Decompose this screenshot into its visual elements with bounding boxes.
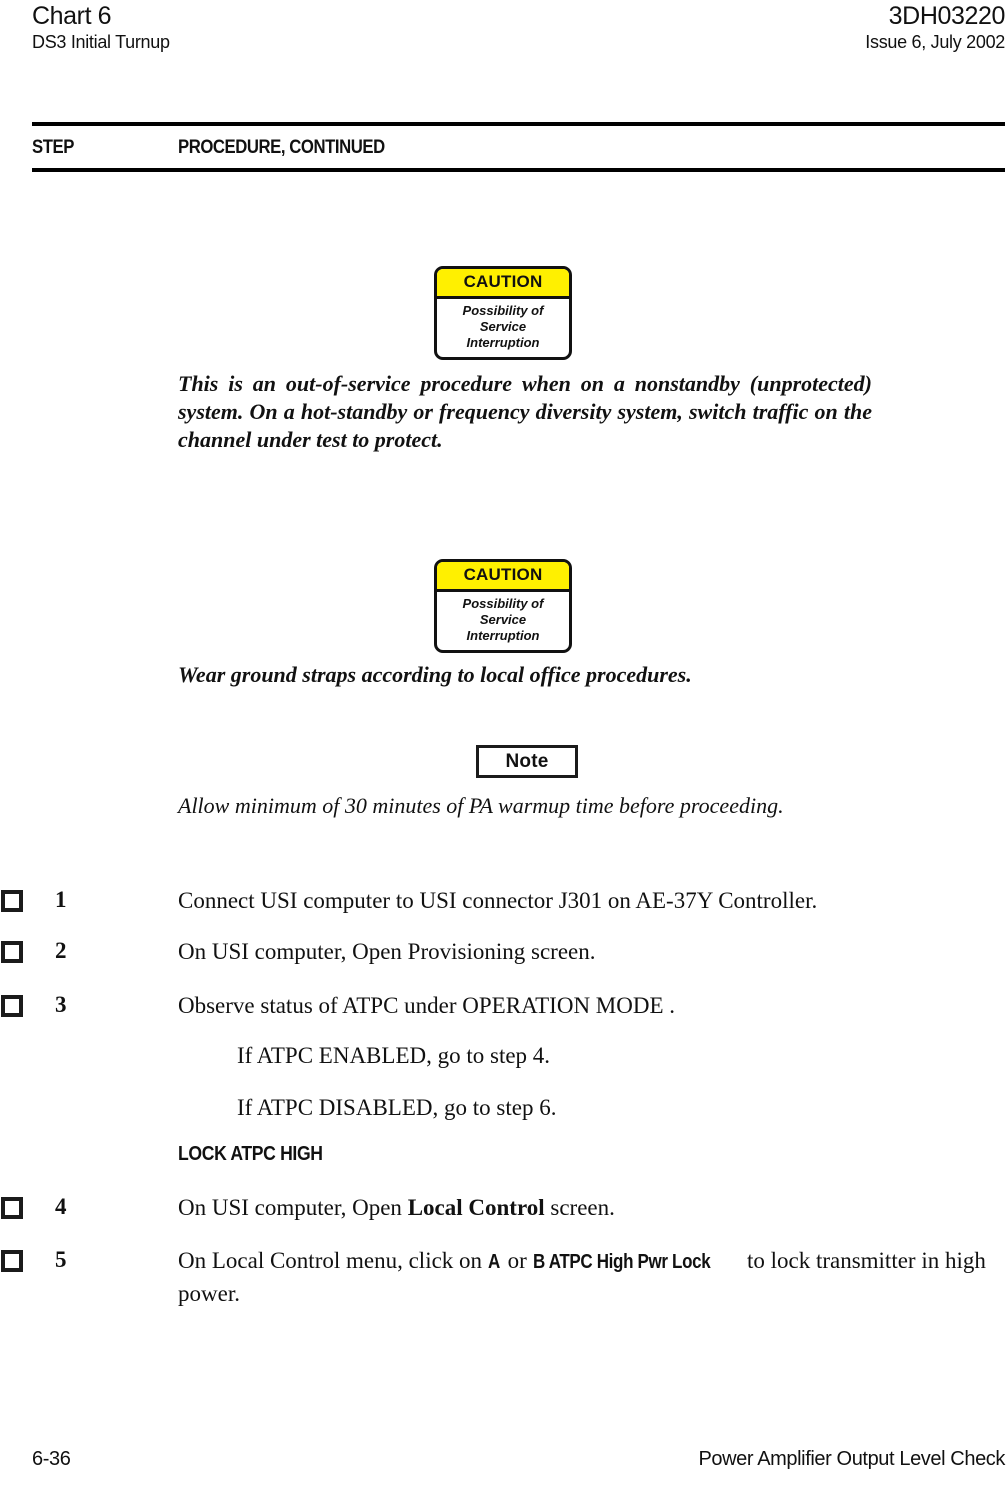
step-5-text-mid: or bbox=[501, 1248, 533, 1273]
step-3-checkbox[interactable] bbox=[1, 995, 23, 1017]
column-heading-procedure: PROCEDURE, CONTINUED bbox=[178, 137, 385, 158]
step-4-number: 4 bbox=[55, 1194, 67, 1219]
page-footer: 6-36 Power Amplifier Output Level Check bbox=[32, 1448, 1005, 1478]
step-2-text: On USI computer, Open Provisioning scree… bbox=[178, 939, 596, 964]
step-4-text-after: screen. bbox=[544, 1195, 615, 1220]
note-text: Allow minimum of 30 minutes of PA warmup… bbox=[178, 793, 784, 818]
document-number: 3DH03220 bbox=[888, 2, 1006, 30]
divider-rule-top bbox=[32, 122, 1005, 126]
note-box: Note bbox=[476, 745, 578, 778]
caution-box-2: CAUTION Possibility of Service Interrupt… bbox=[434, 559, 572, 653]
header-left-block: Chart 6 DS3 Initial Turnup bbox=[32, 2, 170, 54]
chart-title: Chart 6 bbox=[32, 2, 112, 30]
caution-1-text: This is an out-of-service procedure when… bbox=[178, 371, 872, 452]
caution-box-2-line-3: Interruption bbox=[466, 628, 540, 643]
column-heading-step: STEP bbox=[32, 137, 74, 158]
step-1-checkbox[interactable] bbox=[1, 890, 23, 912]
divider-rule-bottom bbox=[32, 168, 1005, 172]
step-2-checkbox[interactable] bbox=[1, 941, 23, 963]
caution-box-1-line-3: Interruption bbox=[466, 335, 540, 350]
footer-page-number: 6-36 bbox=[32, 1448, 71, 1470]
caution-box-1-title: CAUTION bbox=[437, 269, 569, 299]
sub-line-atpc-enabled: If ATPC ENABLED, go to step 4. bbox=[237, 1043, 551, 1068]
step-5-number: 5 bbox=[55, 1247, 67, 1272]
caution-box-2-line-2: Service bbox=[479, 612, 527, 627]
step-5-bold-term-a: A bbox=[487, 1251, 500, 1273]
caution-box-1: CAUTION Possibility of Service Interrupt… bbox=[434, 266, 572, 360]
caution-2-text: Wear ground straps according to local of… bbox=[178, 662, 692, 687]
header-right-block: 3DH03220 Issue 6, July 2002 bbox=[865, 2, 1005, 54]
issue-date: Issue 6, July 2002 bbox=[865, 32, 1005, 52]
section-heading-lock-atpc-high: LOCK ATPC HIGH bbox=[178, 1143, 323, 1165]
step-4-text: On USI computer, Open Local Control scre… bbox=[178, 1192, 1005, 1223]
caution-box-2-title: CAUTION bbox=[437, 562, 569, 592]
caution-box-2-line-1: Possibility of bbox=[462, 596, 544, 611]
step-1-text: Connect USI computer to USI connector J3… bbox=[178, 888, 818, 913]
step-5-text: On Local Control menu, click on A or B A… bbox=[178, 1245, 1005, 1309]
document-page: { "header": { "chart_title": "Chart 6", … bbox=[0, 0, 1007, 1493]
step-5-text-before: On Local Control menu, click on bbox=[178, 1248, 488, 1273]
step-2-number: 2 bbox=[55, 938, 67, 963]
step-5-bold-term-b: B ATPC High Pwr Lock bbox=[532, 1251, 711, 1273]
step-4-text-before: On USI computer, Open bbox=[178, 1195, 408, 1220]
step-3-number: 3 bbox=[55, 992, 67, 1017]
step-3-text: Observe status of ATPC under OPERATION M… bbox=[178, 993, 676, 1018]
step-5-checkbox[interactable] bbox=[1, 1250, 23, 1272]
caution-box-1-line-2: Service bbox=[479, 319, 527, 334]
page-header: Chart 6 DS3 Initial Turnup 3DH03220 Issu… bbox=[32, 2, 1005, 58]
caution-box-1-body: Possibility of Service Interruption bbox=[437, 299, 569, 357]
step-1-number: 1 bbox=[55, 887, 67, 912]
footer-section-title: Power Amplifier Output Level Check bbox=[698, 1448, 1005, 1470]
sub-line-atpc-disabled: If ATPC DISABLED, go to step 6. bbox=[237, 1095, 557, 1120]
caution-box-2-body: Possibility of Service Interruption bbox=[437, 592, 569, 650]
caution-box-1-line-1: Possibility of bbox=[462, 303, 544, 318]
step-4-checkbox[interactable] bbox=[1, 1197, 23, 1219]
chart-subtitle: DS3 Initial Turnup bbox=[32, 32, 170, 52]
step-4-bold-term: Local Control bbox=[407, 1195, 545, 1220]
